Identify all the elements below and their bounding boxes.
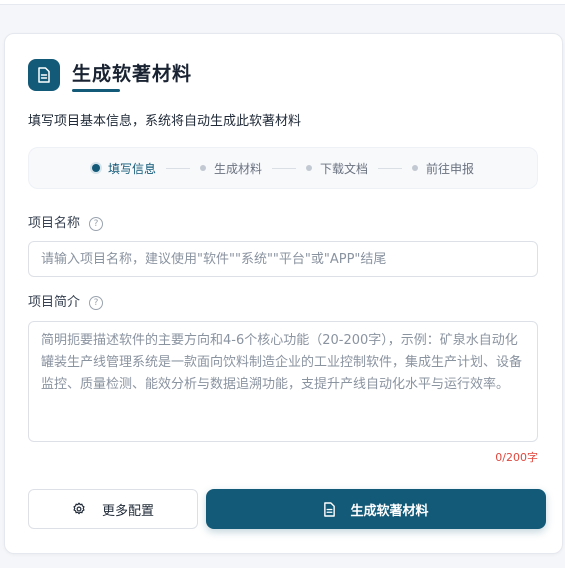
- step-download: 下载文档: [306, 160, 368, 177]
- step-submit: 前往申报: [412, 160, 474, 177]
- gear-icon: [72, 502, 86, 516]
- project-name-input[interactable]: [28, 241, 538, 277]
- help-icon[interactable]: ?: [89, 296, 104, 310]
- char-counter: 0/200字: [495, 451, 538, 464]
- step-label: 下载文档: [320, 161, 369, 176]
- title-underline: [72, 89, 120, 92]
- generate-card: 生成软著材料 填写项目基本信息，系统将自动生成此软著材料 填写信息 生成材料 下…: [4, 33, 563, 554]
- step-connector: [272, 167, 296, 169]
- step-label: 前往申报: [426, 161, 475, 176]
- project-intro-label-text: 项目简介: [28, 295, 81, 310]
- step-connector: [165, 167, 190, 169]
- step-dot: [91, 164, 100, 172]
- help-icon[interactable]: ?: [89, 217, 104, 231]
- step-label: 生成材料: [213, 161, 262, 176]
- generate-label: 生成软著材料: [350, 503, 429, 519]
- document-icon: [37, 67, 51, 83]
- step-label: 填写信息: [107, 161, 156, 176]
- document-icon: [323, 501, 336, 517]
- project-intro-textarea[interactable]: [28, 321, 538, 442]
- page-title: 生成软著材料: [72, 63, 193, 85]
- step-connector: [378, 167, 403, 169]
- project-name-label: 项目名称 ?: [28, 215, 104, 233]
- step-fill-info: 填写信息: [91, 160, 156, 177]
- progress-steps: 填写信息 生成材料 下载文档 前往申报: [28, 147, 538, 189]
- step-dot: [306, 165, 312, 171]
- more-config-label: 更多配置: [101, 503, 154, 519]
- page-description: 填写项目基本信息，系统将自动生成此软著材料: [28, 114, 302, 129]
- generate-button[interactable]: 生成软著材料: [206, 489, 546, 529]
- step-dot: [412, 165, 419, 171]
- logo-badge: [28, 59, 60, 91]
- top-bar: [0, 0, 565, 5]
- step-generate: 生成材料: [199, 160, 262, 177]
- project-name-label-text: 项目名称: [28, 216, 81, 231]
- project-intro-label: 项目简介 ?: [28, 294, 104, 312]
- more-config-button[interactable]: 更多配置: [28, 489, 198, 529]
- step-dot: [199, 165, 206, 171]
